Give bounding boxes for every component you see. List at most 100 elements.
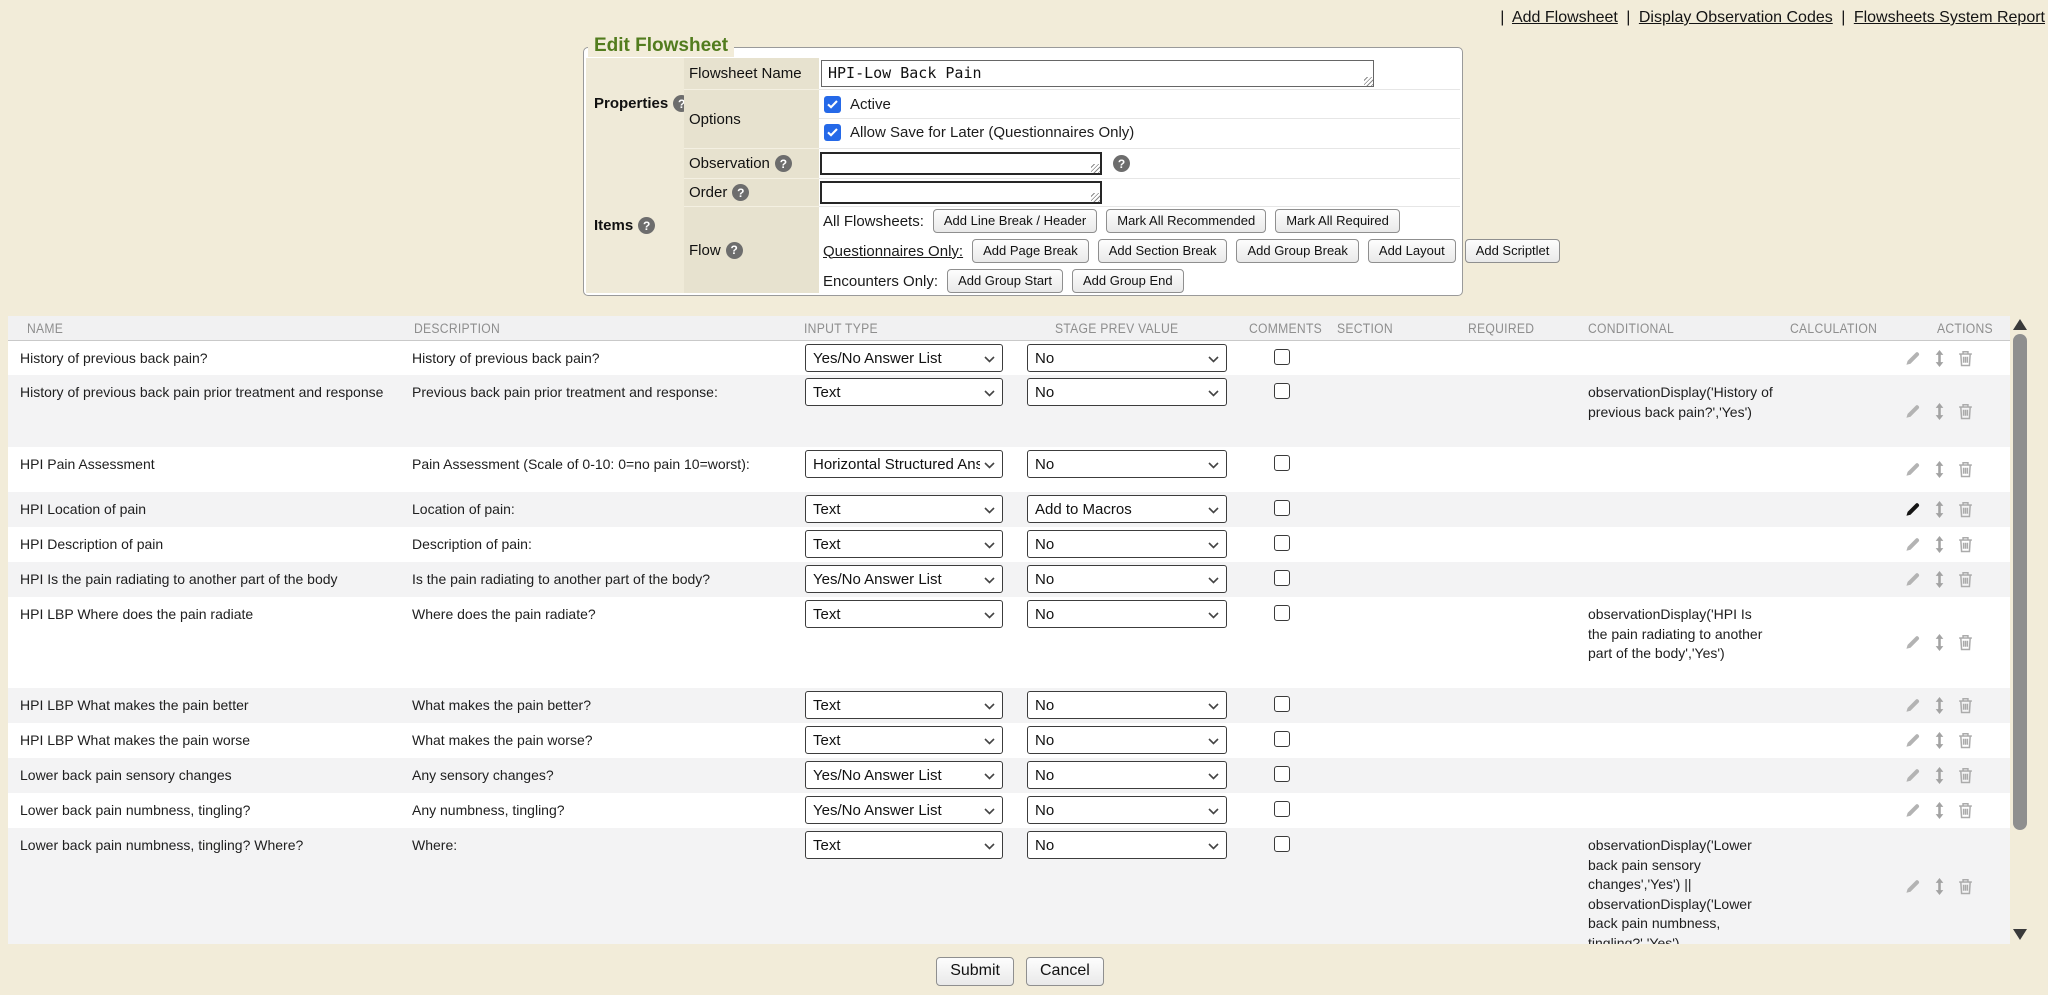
input-type-select[interactable]: Yes/No Answer List [805, 796, 1003, 824]
input-type-select[interactable]: Text [805, 691, 1003, 719]
input-type-select[interactable]: Text [805, 831, 1003, 859]
move-row-icon[interactable] [1934, 461, 1945, 478]
input-type-select[interactable]: Text [805, 378, 1003, 406]
stage-prev-value-select[interactable]: No [1027, 600, 1227, 628]
input-type-select[interactable]: Text [805, 530, 1003, 558]
input-type-select[interactable]: Yes/No Answer List [805, 565, 1003, 593]
order-input[interactable] [820, 181, 1102, 204]
flow-action-button[interactable]: Mark All Required [1275, 209, 1400, 233]
edit-pencil-icon[interactable] [1904, 634, 1921, 651]
edit-pencil-icon[interactable] [1904, 571, 1921, 588]
comments-checkbox[interactable] [1274, 801, 1290, 817]
delete-trash-icon[interactable] [1958, 634, 1973, 651]
input-type-select[interactable]: Horizontal Structured Ans [805, 450, 1003, 478]
delete-trash-icon[interactable] [1958, 461, 1973, 478]
delete-trash-icon[interactable] [1958, 571, 1973, 588]
flow-action-button[interactable]: Add Group Start [947, 269, 1063, 293]
move-row-icon[interactable] [1934, 634, 1945, 651]
comments-checkbox[interactable] [1274, 766, 1290, 782]
input-type-select[interactable]: Yes/No Answer List [805, 761, 1003, 789]
stage-prev-value-select[interactable]: No [1027, 796, 1227, 824]
display-observation-codes-link[interactable]: Display Observation Codes [1639, 9, 1833, 26]
flow-action-button[interactable]: Add Group Break [1236, 239, 1358, 263]
flow-action-button[interactable]: Add Page Break [972, 239, 1089, 263]
delete-trash-icon[interactable] [1958, 802, 1973, 819]
stage-prev-value-select[interactable]: No [1027, 565, 1227, 593]
move-row-icon[interactable] [1934, 767, 1945, 784]
order-help-icon[interactable]: ? [732, 184, 749, 201]
allow-save-later-checkbox[interactable] [824, 124, 841, 141]
move-row-icon[interactable] [1934, 350, 1945, 367]
move-row-icon[interactable] [1934, 802, 1945, 819]
observation-help-icon[interactable]: ? [775, 155, 792, 172]
stage-prev-value-select[interactable]: Add to Macros [1027, 495, 1227, 523]
flowsheet-name-input[interactable]: HPI-Low Back Pain [821, 60, 1374, 87]
add-flowsheet-link[interactable]: Add Flowsheet [1512, 9, 1618, 26]
input-type-select[interactable]: Text [805, 726, 1003, 754]
submit-button[interactable]: Submit [936, 957, 1014, 986]
move-row-icon[interactable] [1934, 697, 1945, 714]
stage-prev-value-select[interactable]: No [1027, 378, 1227, 406]
cancel-button[interactable]: Cancel [1026, 957, 1104, 986]
delete-trash-icon[interactable] [1958, 350, 1973, 367]
flowsheets-system-report-link[interactable]: Flowsheets System Report [1854, 9, 2045, 26]
edit-pencil-icon[interactable] [1904, 536, 1921, 553]
delete-trash-icon[interactable] [1958, 767, 1973, 784]
stage-prev-value-select[interactable]: No [1027, 831, 1227, 859]
flow-action-button[interactable]: Add Line Break / Header [933, 209, 1097, 233]
delete-trash-icon[interactable] [1958, 501, 1973, 518]
edit-pencil-icon[interactable] [1904, 878, 1921, 895]
move-row-icon[interactable] [1934, 403, 1945, 420]
edit-pencil-icon[interactable] [1904, 697, 1921, 714]
comments-checkbox[interactable] [1274, 696, 1290, 712]
input-type-select[interactable]: Text [805, 495, 1003, 523]
scrollbar-thumb[interactable] [2013, 334, 2027, 830]
edit-pencil-icon[interactable] [1904, 767, 1921, 784]
edit-pencil-icon[interactable] [1904, 802, 1921, 819]
comments-checkbox[interactable] [1274, 605, 1290, 621]
items-help-icon[interactable]: ? [638, 217, 655, 234]
observation-input[interactable] [820, 152, 1102, 175]
edit-pencil-icon[interactable] [1904, 461, 1921, 478]
scroll-down-icon[interactable] [2013, 929, 2027, 940]
comments-checkbox[interactable] [1274, 570, 1290, 586]
edit-pencil-icon[interactable] [1904, 350, 1921, 367]
comments-checkbox[interactable] [1274, 455, 1290, 471]
flow-action-button[interactable]: Add Section Break [1098, 239, 1228, 263]
stage-prev-value-select[interactable]: No [1027, 691, 1227, 719]
delete-trash-icon[interactable] [1958, 697, 1973, 714]
flow-help-icon[interactable]: ? [726, 242, 743, 259]
move-row-icon[interactable] [1934, 501, 1945, 518]
comments-checkbox[interactable] [1274, 535, 1290, 551]
move-row-icon[interactable] [1934, 536, 1945, 553]
comments-checkbox[interactable] [1274, 349, 1290, 365]
edit-pencil-icon[interactable] [1904, 501, 1921, 518]
delete-trash-icon[interactable] [1958, 878, 1973, 895]
move-row-icon[interactable] [1934, 878, 1945, 895]
flow-action-button[interactable]: Add Scriptlet [1465, 239, 1561, 263]
flow-action-button[interactable]: Add Group End [1072, 269, 1184, 293]
edit-pencil-icon[interactable] [1904, 403, 1921, 420]
delete-trash-icon[interactable] [1958, 536, 1973, 553]
scroll-up-icon[interactable] [2013, 319, 2027, 330]
flow-action-button[interactable]: Mark All Recommended [1106, 209, 1266, 233]
comments-checkbox[interactable] [1274, 836, 1290, 852]
stage-prev-value-select[interactable]: No [1027, 450, 1227, 478]
delete-trash-icon[interactable] [1958, 732, 1973, 749]
input-type-select[interactable]: Yes/No Answer List [805, 344, 1003, 372]
stage-prev-value-select[interactable]: No [1027, 344, 1227, 372]
comments-checkbox[interactable] [1274, 731, 1290, 747]
observation-field-help-icon[interactable]: ? [1113, 155, 1130, 172]
move-row-icon[interactable] [1934, 571, 1945, 588]
input-type-select[interactable]: Text [805, 600, 1003, 628]
stage-prev-value-select[interactable]: No [1027, 726, 1227, 754]
stage-prev-value-select[interactable]: No [1027, 761, 1227, 789]
comments-checkbox[interactable] [1274, 383, 1290, 399]
stage-prev-value-select[interactable]: No [1027, 530, 1227, 558]
delete-trash-icon[interactable] [1958, 403, 1973, 420]
active-checkbox[interactable] [824, 96, 841, 113]
flow-action-button[interactable]: Add Layout [1368, 239, 1456, 263]
comments-checkbox[interactable] [1274, 500, 1290, 516]
move-row-icon[interactable] [1934, 732, 1945, 749]
edit-pencil-icon[interactable] [1904, 732, 1921, 749]
